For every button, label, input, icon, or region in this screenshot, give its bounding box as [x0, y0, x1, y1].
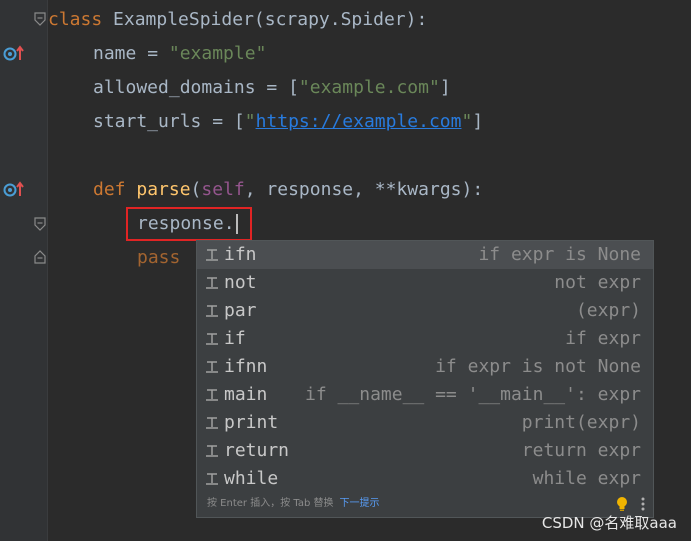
fold-icon[interactable]: [34, 12, 46, 26]
highlight-box: [126, 207, 252, 241]
completion-item[interactable]: main if __name__ == '__main__': expr: [197, 381, 653, 409]
completion-desc: while expr: [532, 468, 641, 489]
keyword-def: def: [93, 179, 126, 200]
template-icon: [206, 473, 218, 485]
assign-op: =: [136, 43, 169, 64]
keyword-class: class: [48, 9, 103, 30]
completion-item[interactable]: while while expr: [197, 465, 653, 493]
list-open: = [: [201, 111, 245, 132]
completion-desc: if __name__ == '__main__': expr: [305, 384, 641, 405]
template-icon: [206, 389, 218, 401]
footer-hint-text: 按 Enter 插入，按 Tab 替换: [207, 498, 334, 509]
string-domain: "example.com": [298, 77, 440, 98]
var-name: name: [93, 43, 137, 64]
params: , response, **kwargs):: [244, 179, 484, 200]
completion-desc: if expr: [565, 328, 641, 349]
footer-hint: 按 Enter 插入，按 Tab 替换 下一提示: [207, 491, 379, 517]
template-icon: [206, 445, 218, 457]
paren-open: (: [190, 179, 202, 200]
template-icon: [206, 417, 218, 429]
fold-icon[interactable]: [34, 217, 46, 231]
function-name-parse: parse: [136, 179, 191, 200]
completion-desc: print(expr): [521, 412, 641, 433]
class-signature: ExampleSpider(scrapy.Spider):: [102, 9, 428, 30]
completion-item[interactable]: return return expr: [197, 437, 653, 465]
completion-desc: if expr is None: [478, 244, 641, 265]
editor-gutter: [0, 0, 48, 541]
template-icon: [206, 361, 218, 373]
fold-end-icon[interactable]: [34, 250, 46, 264]
completion-item[interactable]: par (expr): [197, 297, 653, 325]
completion-item[interactable]: if if expr: [197, 325, 653, 353]
completion-label: return: [224, 440, 290, 461]
completion-item[interactable]: not not expr: [197, 269, 653, 297]
completion-label: main: [224, 384, 268, 405]
keyword-pass: pass: [137, 247, 181, 268]
more-options-icon[interactable]: [641, 496, 645, 512]
completion-desc: return expr: [521, 440, 641, 461]
next-tip-link[interactable]: 下一提示: [339, 498, 379, 509]
completion-label: par: [224, 300, 257, 321]
completion-desc: (expr): [575, 300, 641, 321]
code-line-name[interactable]: name = "example": [93, 37, 266, 71]
override-marker-icon[interactable]: [3, 181, 25, 199]
quote-open: ": [244, 111, 256, 132]
completion-item[interactable]: ifnn if expr is not None: [197, 353, 653, 381]
gutter-divider: [47, 0, 48, 541]
code-line-pass[interactable]: pass: [137, 241, 180, 275]
completion-desc: if expr is not None: [435, 356, 641, 377]
quote-close: ": [461, 111, 473, 132]
template-icon: [206, 305, 218, 317]
override-marker-icon[interactable]: [3, 45, 25, 63]
completion-item[interactable]: print print(expr): [197, 409, 653, 437]
completion-label: ifn: [224, 244, 257, 265]
template-icon: [206, 277, 218, 289]
completion-label: ifnn: [224, 356, 268, 377]
completion-label: if: [224, 328, 246, 349]
var-start-urls: start_urls: [93, 111, 202, 132]
url-link[interactable]: https://example.com: [256, 111, 462, 132]
watermark: CSDN @名难取aaa: [541, 514, 677, 532]
template-icon: [206, 333, 218, 345]
list-close: ]: [439, 77, 451, 98]
code-line-def-parse[interactable]: def parse(self, response, **kwargs):: [93, 173, 483, 207]
code-line-start-urls[interactable]: start_urls = ["https://example.com"]: [93, 105, 483, 139]
param-self: self: [201, 179, 245, 200]
lightbulb-icon[interactable]: [615, 496, 629, 512]
template-icon: [206, 249, 218, 261]
completion-label: while: [224, 468, 279, 489]
var-allowed-domains: allowed_domains: [93, 77, 256, 98]
code-line-allowed-domains[interactable]: allowed_domains = ["example.com"]: [93, 71, 451, 105]
completion-label: not: [224, 272, 257, 293]
list-close: ]: [472, 111, 484, 132]
list-open: = [: [255, 77, 299, 98]
completion-desc: not expr: [554, 272, 641, 293]
completion-item[interactable]: ifn if expr is None: [197, 241, 653, 269]
code-line-class[interactable]: class ExampleSpider(scrapy.Spider):: [48, 3, 427, 37]
string-example: "example": [168, 43, 267, 64]
completion-popup[interactable]: ifn if expr is None not not expr par (ex…: [196, 240, 654, 518]
completion-label: print: [224, 412, 279, 433]
